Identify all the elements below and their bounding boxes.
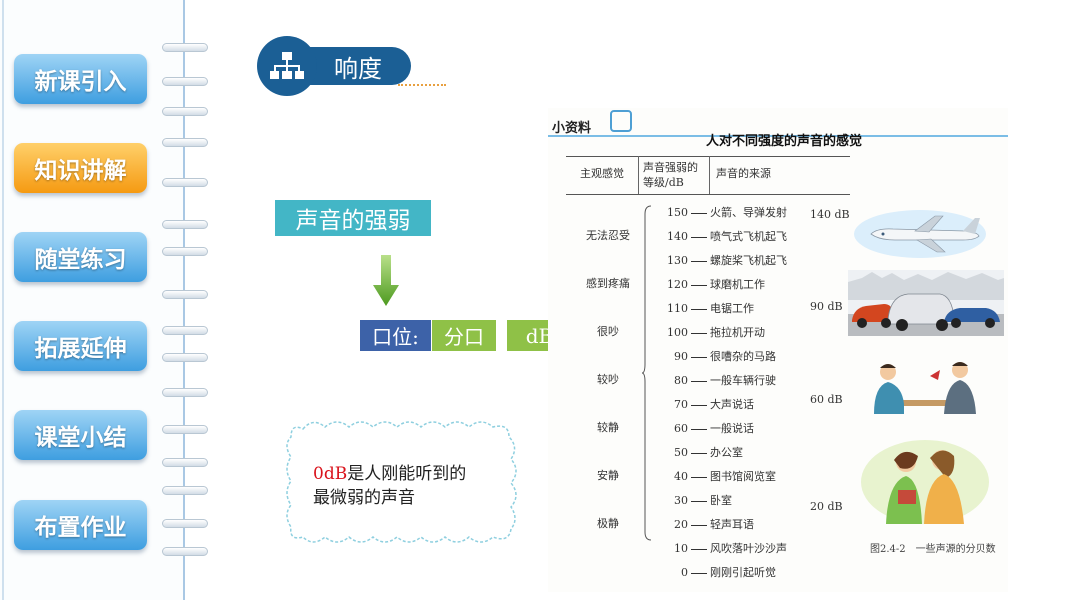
card-title: 人对不同强度的声音的感觉 [706,134,863,149]
binder-ring [162,77,208,86]
table-row: 60 一般说话 [674,422,754,435]
table-rule [709,156,710,194]
binder-ring [162,486,208,495]
table-row: 50 办公室 [674,446,743,459]
reference-card: 小资料 人对不同强度的声音的感觉 主观感觉 声音强弱的等级/dB 声音的来源 无… [548,108,1008,592]
nav-item-intro[interactable]: 新课引入 [14,54,147,104]
feeling-label: 较静 [597,421,619,434]
card-tag: 小资料 [552,121,592,136]
topic-underline [398,84,446,86]
table-rule [566,194,850,195]
note-highlight: 0dB [313,464,348,484]
image-tag: 60 dB [810,393,843,406]
table-row: 10 风吹落叶沙沙声 [674,542,787,555]
conversation-illustration [874,362,976,414]
note-line1: 是人刚能听到的 [347,464,467,484]
nav-item-practice[interactable]: 随堂练习 [14,232,147,282]
image-tag: 20 dB [810,500,843,513]
feeling-label: 较吵 [597,373,619,386]
note-line2: 最微弱的声音 [313,488,415,508]
binder-ring [162,326,208,335]
nav-item-homework[interactable]: 布置作业 [14,500,147,550]
table-row: 0 刚刚引起听觉 [681,566,776,579]
table-row: 90 很嘈杂的马路 [674,350,776,363]
binder-ring [162,138,208,147]
unit-label: 口位: [360,320,431,351]
binder-ring [162,388,208,397]
figure-caption: 图2.4-2 一些声源的分贝数 [870,544,996,555]
image-tag: 140 dB [810,208,850,221]
table-row: 70 大声说话 [674,398,754,411]
table-row: 130 螺旋桨飞机起飞 [667,254,787,267]
binder-ring [162,425,208,434]
feeling-label: 感到疼痛 [586,277,630,290]
table-row: 150 火箭、导弹发射 [667,206,787,219]
header-feel: 主观感觉 [580,167,624,180]
bracket-icon [642,205,652,541]
binder-ring [162,43,208,52]
table-row: 120 球磨机工作 [667,278,765,291]
binder-ring [162,247,208,256]
nav-item-extension[interactable]: 拓展延伸 [14,321,147,371]
feeling-label: 很吵 [597,325,619,338]
binder-ring [162,178,208,187]
unit-name: 分口 [432,320,496,351]
table-row: 140 喷气式飞机起飞 [667,230,787,243]
nav-item-explain[interactable]: 知识讲解 [14,143,147,193]
arrow-down-icon [372,255,400,311]
whisper-illustration [861,440,989,524]
table-row: 80 一般车辆行驶 [674,374,776,387]
feeling-label: 安静 [597,469,619,482]
binder-ring [162,107,208,116]
feeling-label: 无法忍受 [586,229,630,242]
binder-ring [162,519,208,528]
sidebar-border [183,0,185,600]
binder-ring [162,458,208,467]
concept-box: 声音的强弱 [275,200,431,236]
book-icon [610,110,632,132]
traffic-illustration [848,270,1004,336]
airplane-illustration [854,210,986,258]
table-rule [566,156,850,157]
binder-ring [162,547,208,556]
table-row: 30 卧室 [674,494,732,507]
image-tag: 90 dB [810,300,843,313]
table-rule [638,156,639,194]
table-row: 100 拖拉机开动 [667,326,765,339]
binder-ring [162,353,208,362]
page-left-border [2,0,4,600]
table-row: 110 电锯工作 [667,302,754,315]
table-row: 20 轻声耳语 [674,518,754,531]
hierarchy-icon [257,36,317,96]
header-level: 声音强弱的等级/dB [643,161,698,189]
binder-ring [162,290,208,299]
feeling-label: 极静 [597,517,619,530]
binder-ring [162,220,208,229]
note-text: 0dB是人刚能听到的 最微弱的声音 [313,462,513,510]
table-row: 40 图书馆阅览室 [674,470,776,483]
nav-item-summary[interactable]: 课堂小结 [14,410,147,460]
header-source: 声音的来源 [716,167,771,180]
